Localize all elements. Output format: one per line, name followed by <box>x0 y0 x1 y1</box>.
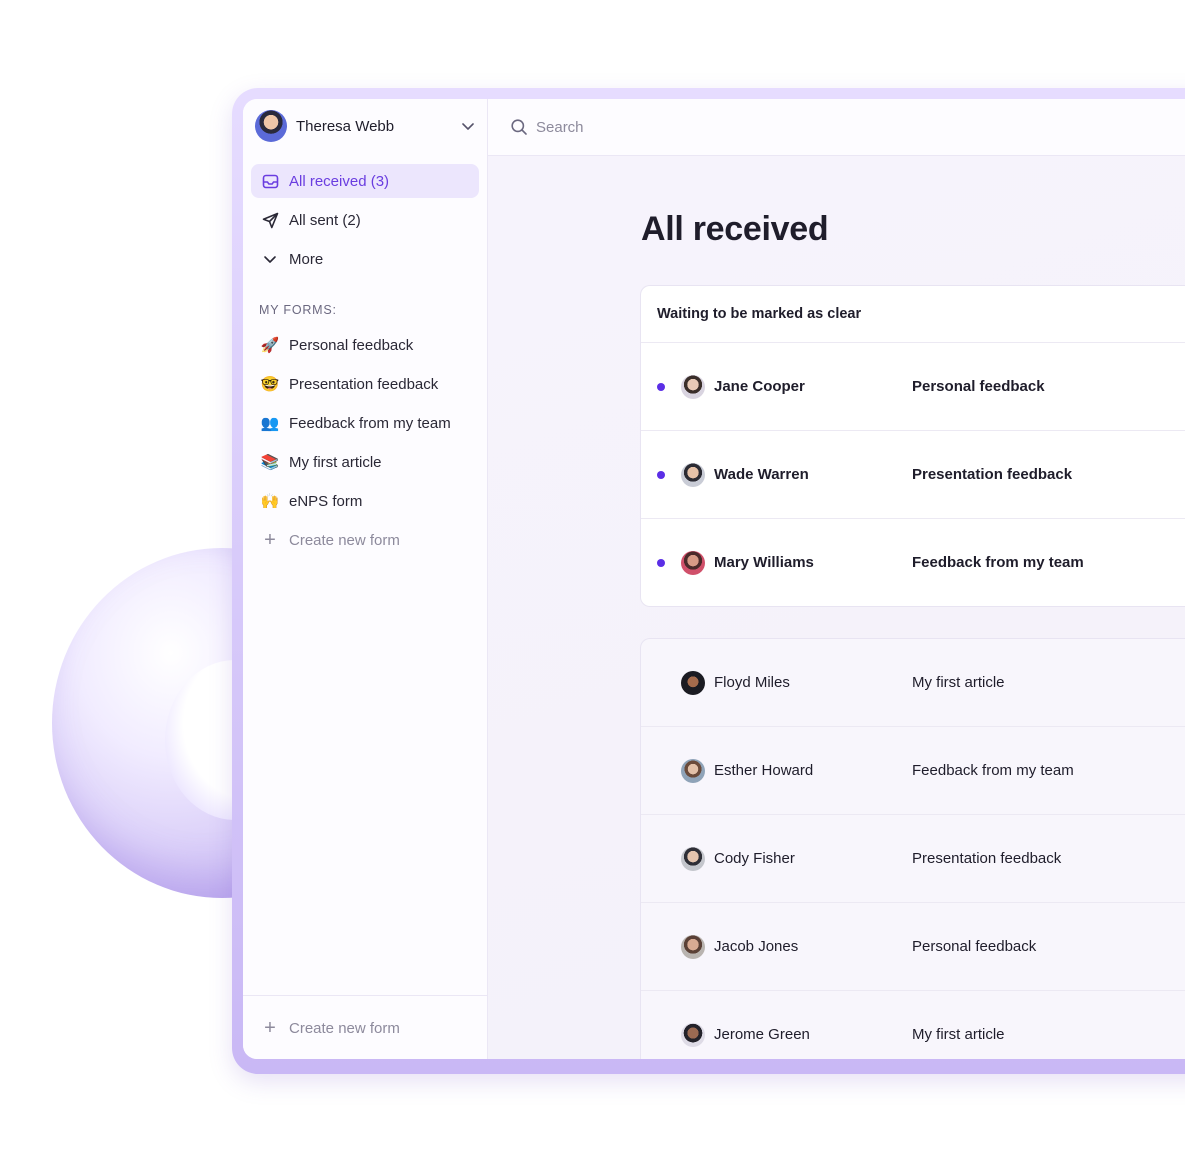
nav-more[interactable]: More <box>251 242 479 276</box>
table-row[interactable]: Jacob Jones Personal feedback <box>641 903 1185 991</box>
card-header: Waiting to be marked as clear <box>641 286 1185 343</box>
table-row[interactable]: Floyd Miles My first article <box>641 639 1185 727</box>
form-name: My first article <box>912 1026 1005 1043</box>
chevron-down-icon <box>260 249 280 269</box>
avatar <box>681 846 705 871</box>
avatar <box>681 934 705 959</box>
person-name: Cody Fisher <box>714 850 795 867</box>
nav-label: All received (3) <box>289 172 390 190</box>
unread-dot <box>657 470 665 479</box>
user-switcher[interactable]: Theresa Webb <box>255 109 477 143</box>
nav-label: All sent (2) <box>289 211 361 229</box>
form-item-my-first-article[interactable]: 📚 My first article <box>251 445 479 479</box>
person-name: Esther Howard <box>714 762 814 779</box>
people-icon: 👥 <box>260 415 280 432</box>
plus-icon: + <box>264 529 276 551</box>
user-name: Theresa Webb <box>296 117 395 135</box>
main-content: All received Waiting to be marked as cle… <box>488 156 1185 1059</box>
chevron-down-icon[interactable] <box>459 117 477 135</box>
table-row[interactable]: Cody Fisher Presentation feedback <box>641 815 1185 903</box>
form-label: eNPS form <box>289 492 363 510</box>
unread-dot <box>657 558 665 567</box>
search-input[interactable]: Search <box>536 119 584 136</box>
nav-all-received[interactable]: All received (3) <box>251 164 479 198</box>
form-item-feedback-from-my-team[interactable]: 👥 Feedback from my team <box>251 406 479 440</box>
create-new-form-button[interactable]: + Create new form <box>251 523 479 557</box>
form-label: Presentation feedback <box>289 375 439 393</box>
nav-all-sent[interactable]: All sent (2) <box>251 203 479 237</box>
person-name: Jacob Jones <box>714 938 799 955</box>
avatar <box>681 462 705 487</box>
create-label: Create new form <box>289 1019 400 1037</box>
create-label: Create new form <box>289 531 400 549</box>
person-name: Wade Warren <box>714 466 809 483</box>
sidebar: Theresa Webb All received (3) All sent (… <box>243 99 488 1059</box>
avatar <box>681 550 705 575</box>
person-name: Mary Williams <box>714 554 814 571</box>
form-label: My first article <box>289 453 382 471</box>
avatar <box>681 1022 705 1047</box>
search-icon <box>510 118 528 136</box>
table-row[interactable]: Jane Cooper Personal feedback <box>641 343 1185 431</box>
inbox-icon <box>260 171 280 191</box>
form-name: Personal feedback <box>912 938 1037 955</box>
person-name: Jerome Green <box>714 1026 810 1043</box>
form-name: Personal feedback <box>912 378 1045 395</box>
avatar <box>681 374 705 399</box>
table-row[interactable]: Jerome Green My first article <box>641 991 1185 1059</box>
books-icon: 📚 <box>260 454 280 471</box>
form-item-presentation-feedback[interactable]: 🤓 Presentation feedback <box>251 367 479 401</box>
form-name: Presentation feedback <box>912 466 1073 483</box>
raised-hands-icon: 🙌 <box>260 493 280 510</box>
unread-dot <box>657 382 665 391</box>
form-name: Feedback from my team <box>912 554 1084 571</box>
plus-icon: + <box>264 1017 276 1039</box>
avatar <box>681 670 705 695</box>
sidebar-footer: + Create new form <box>243 995 487 1059</box>
table-row[interactable]: Wade Warren Presentation feedback <box>641 431 1185 519</box>
page-title: All received <box>641 210 829 248</box>
top-bar: Search <box>488 99 1185 156</box>
nav-label: More <box>289 250 324 268</box>
form-name: Feedback from my team <box>912 762 1074 779</box>
nerd-face-icon: 🤓 <box>260 376 280 393</box>
forms-section-label: MY FORMS: <box>259 303 337 317</box>
footer-create-new-form-button[interactable]: + Create new form <box>251 1011 479 1045</box>
app-window: Theresa Webb All received (3) All sent (… <box>243 99 1185 1059</box>
form-item-enps-form[interactable]: 🙌 eNPS form <box>251 484 479 518</box>
table-row[interactable]: Esther Howard Feedback from my team <box>641 727 1185 815</box>
form-label: Feedback from my team <box>289 414 451 432</box>
send-icon <box>260 210 280 230</box>
form-label: Personal feedback <box>289 336 414 354</box>
others-card: Floyd Miles My first article Esther Howa… <box>640 638 1185 1059</box>
person-name: Floyd Miles <box>714 674 790 691</box>
table-row[interactable]: Mary Williams Feedback from my team <box>641 519 1185 606</box>
rocket-icon: 🚀 <box>260 337 280 354</box>
form-name: Presentation feedback <box>912 850 1062 867</box>
avatar <box>255 110 287 142</box>
person-name: Jane Cooper <box>714 378 805 395</box>
form-name: My first article <box>912 674 1005 691</box>
avatar <box>681 758 705 783</box>
waiting-card: Waiting to be marked as clear Jane Coope… <box>640 285 1185 607</box>
form-item-personal-feedback[interactable]: 🚀 Personal feedback <box>251 328 479 362</box>
